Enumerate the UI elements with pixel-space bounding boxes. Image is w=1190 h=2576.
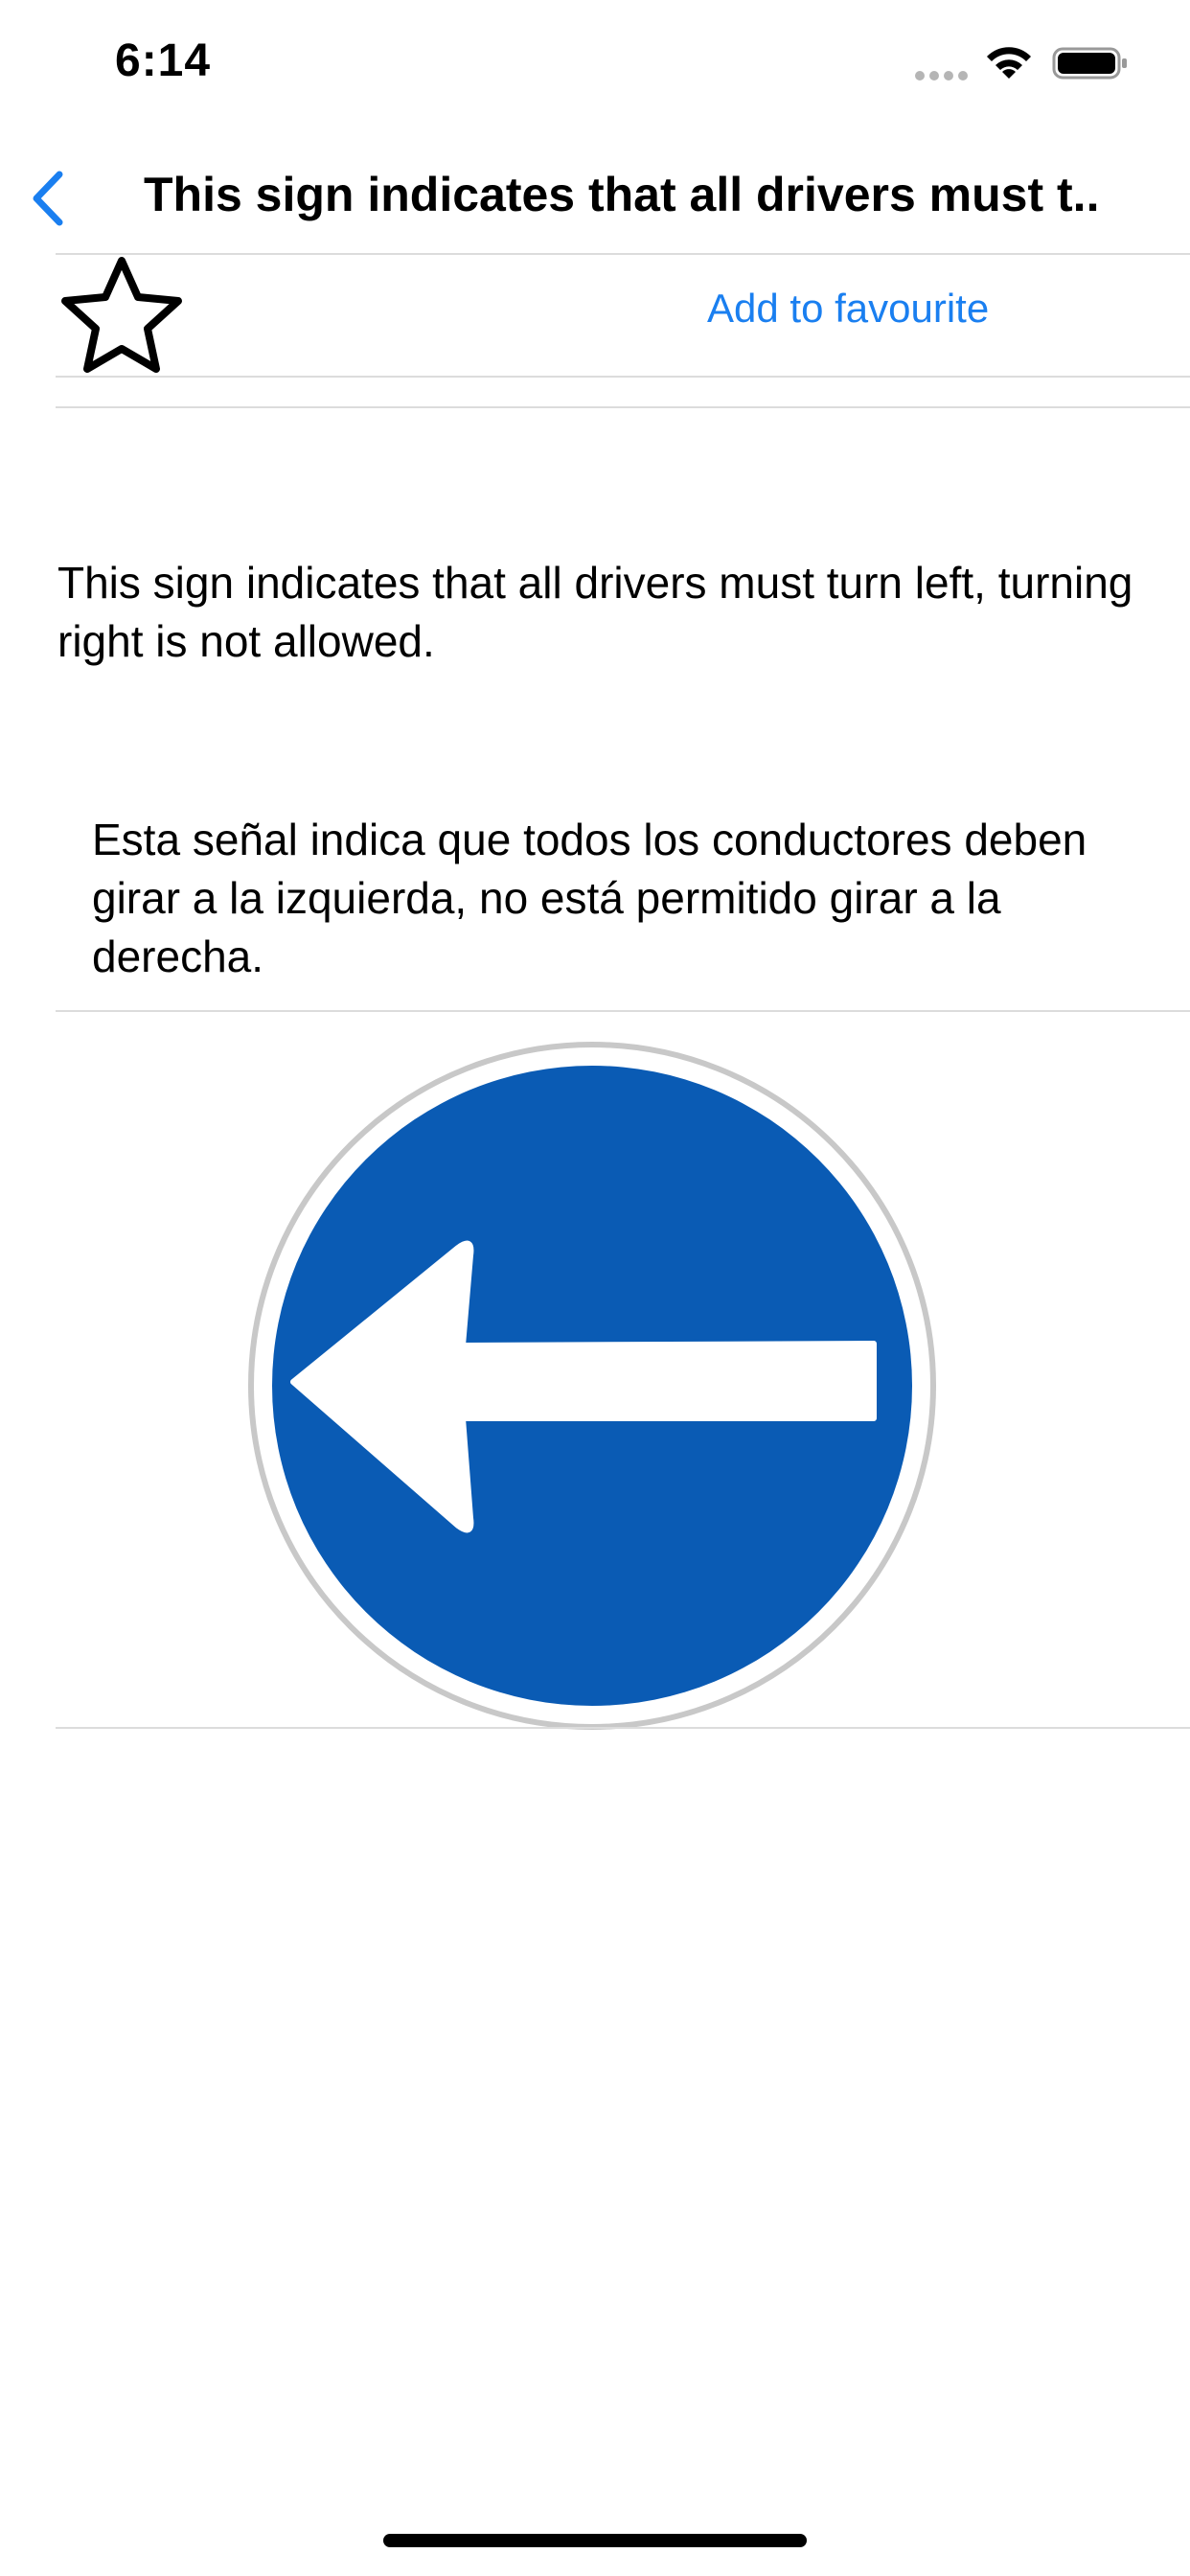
status-time: 6:14 — [115, 35, 212, 86]
home-indicator[interactable] — [383, 2534, 807, 2547]
battery-icon — [1052, 47, 1127, 80]
description-spanish: Esta señal indica que todos los conducto… — [92, 815, 1087, 981]
page-title: This sign indicates that all drivers mus… — [144, 168, 1102, 221]
wifi-icon — [987, 47, 1031, 79]
favourite-row: Add to favourite — [56, 255, 1190, 376]
sign-detail-screen: 6:14 This sign indicates that all driver… — [0, 0, 1190, 2576]
star-outline-icon[interactable] — [56, 255, 188, 378]
status-bar: 6:14 — [0, 0, 1190, 134]
description-english: This sign indicates that all drivers mus… — [57, 558, 1133, 666]
chevron-left-icon — [33, 171, 63, 226]
back-button[interactable] — [29, 155, 115, 242]
cellular-signal-icon — [915, 71, 969, 82]
favourite-divider-bottom — [56, 406, 1190, 408]
turn-left-sign-icon — [248, 1042, 936, 1730]
navigation-bar: This sign indicates that all drivers mus… — [0, 144, 1190, 253]
image-divider — [56, 1727, 1190, 1729]
add-to-favourite-button[interactable]: Add to favourite — [707, 286, 989, 332]
description-divider — [56, 1010, 1190, 1012]
favourite-divider-top — [56, 376, 1190, 378]
